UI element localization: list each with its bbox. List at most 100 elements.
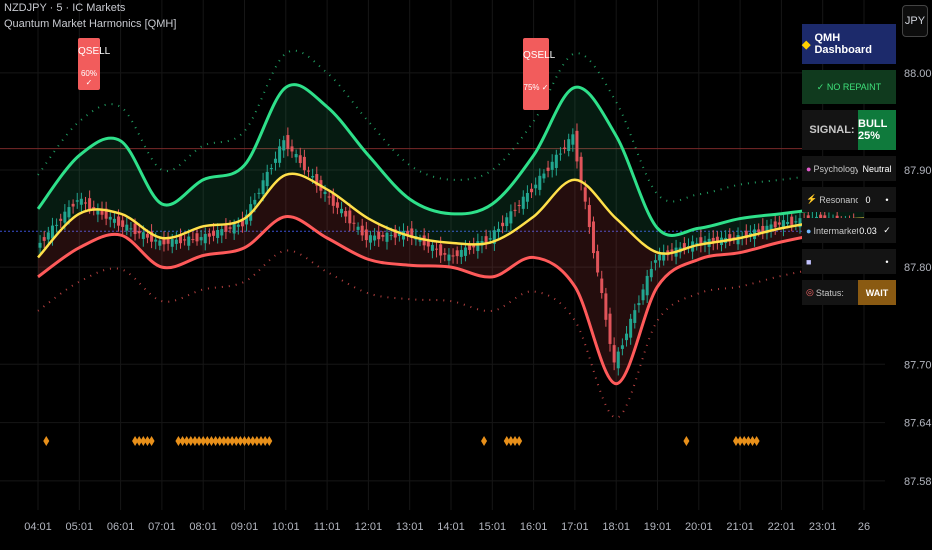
x-tick-label: 21:01 — [726, 521, 754, 533]
psychology-label: Psychology: — [813, 163, 858, 174]
candle-body — [567, 139, 571, 151]
candle-body — [133, 223, 137, 235]
candle-body — [658, 254, 662, 261]
psychology-row: ● Psychology: Neutral — [802, 156, 896, 181]
y-tick-label: 87.580 — [904, 476, 932, 488]
candle-body — [59, 218, 63, 221]
x-tick-label: 06:01 — [107, 521, 135, 533]
candle-body — [286, 135, 290, 150]
candle-body — [253, 199, 257, 205]
divergence-marker — [43, 436, 50, 446]
signal-row: SIGNAL: BULL 25% — [802, 110, 896, 150]
x-tick-label: 11:01 — [314, 521, 341, 533]
x-tick-label: 22:01 — [768, 521, 796, 533]
psychology-icon: ● — [806, 163, 812, 174]
x-tick-label: 05:01 — [66, 521, 94, 533]
candle-body — [348, 210, 352, 224]
candle-body — [356, 226, 360, 230]
divergence-marker — [516, 436, 523, 446]
intermarket-row: ● Intermarket: 0.03 ✓ — [802, 218, 896, 243]
candle-body — [79, 198, 83, 205]
currency-button[interactable]: JPY — [902, 5, 928, 37]
candle-body — [517, 205, 521, 207]
candle-body — [344, 210, 348, 217]
candle-body — [488, 238, 492, 240]
candle-body — [633, 310, 637, 323]
status-label: Status: — [815, 287, 844, 298]
x-tick-label: 16:01 — [520, 521, 548, 533]
y-tick-label: 87.640 — [904, 418, 932, 430]
candle-body — [125, 224, 129, 231]
candle-body — [608, 313, 612, 344]
candle-body — [170, 238, 174, 247]
candle-body — [575, 130, 579, 162]
candle-body — [145, 233, 149, 238]
candle-body — [294, 154, 298, 158]
qsell-pct: 75% ✓ — [523, 83, 549, 92]
candle-body — [513, 209, 517, 211]
candle-body — [620, 345, 624, 349]
candle-body — [340, 208, 344, 214]
candle-body — [335, 202, 339, 208]
candle-body — [542, 173, 546, 179]
y-tick-label: 87.900 — [904, 165, 932, 177]
indicator-title: Quantum Market Harmonics [QMH] — [4, 18, 177, 30]
candle-body — [534, 184, 538, 189]
candle-body — [311, 175, 315, 178]
x-tick-label: 08:01 — [189, 521, 217, 533]
candle-body — [220, 229, 224, 236]
qsell-signal-1[interactable]: QSELL 60% ✓ — [78, 38, 110, 90]
y-tick-label: 87.800 — [904, 262, 932, 274]
status-row: ◎ Status: WAIT — [802, 280, 896, 305]
intermarket-label: Intermarket: — [813, 225, 858, 236]
candle-body — [629, 318, 633, 338]
candle-body — [117, 216, 121, 226]
candle-body — [525, 192, 529, 202]
candle-body — [612, 345, 616, 363]
candle-body — [459, 249, 463, 257]
psychology-value: Neutral — [858, 156, 896, 181]
candle-body — [550, 161, 554, 170]
price-chart[interactable]: 04:01 05:01 06:01 07:01 08:01 09:01 10:01 11:01… — [0, 0, 932, 550]
candle-body — [298, 155, 302, 164]
resonance-dot: • — [878, 187, 896, 212]
candle-body — [377, 231, 381, 240]
candle-body — [604, 293, 608, 320]
candle-body — [443, 253, 447, 255]
candle-body — [591, 221, 595, 254]
status-value: WAIT — [858, 280, 896, 305]
candle-body — [352, 222, 356, 224]
x-tick-label: 18:01 — [602, 521, 630, 533]
candle-body — [129, 228, 133, 230]
divergence-marker — [753, 436, 760, 446]
candle-body — [773, 221, 777, 228]
candle-body — [187, 236, 191, 246]
candle-body — [587, 205, 591, 228]
candle-body — [63, 211, 67, 223]
candle-body — [203, 233, 207, 244]
qsell-label: QSELL — [523, 50, 556, 61]
divergence-marker — [481, 436, 488, 446]
candle-body — [257, 192, 261, 194]
x-tick-label: 04:01 — [24, 521, 52, 533]
qsell-signal-2[interactable]: QSELL 75% ✓ — [523, 38, 556, 110]
candle-body — [158, 240, 162, 246]
candle-body — [55, 224, 59, 226]
candle-body — [430, 244, 434, 251]
candle-body — [777, 222, 781, 225]
candle-body — [191, 239, 195, 241]
candle-body — [389, 235, 393, 237]
candle-body — [302, 156, 306, 171]
candle-body — [207, 233, 211, 237]
candle-body — [761, 225, 765, 232]
candle-body — [509, 211, 513, 224]
candle-body — [794, 221, 798, 223]
x-tick-label: 07:01 — [148, 521, 176, 533]
dashboard-title: ◆ QMH Dashboard — [802, 24, 896, 64]
candle-body — [447, 254, 451, 261]
candle-body — [579, 156, 583, 183]
candle-body — [71, 203, 75, 207]
candle-body — [385, 232, 389, 242]
candle-body — [195, 233, 199, 242]
extra-row: ■ • — [802, 249, 896, 274]
